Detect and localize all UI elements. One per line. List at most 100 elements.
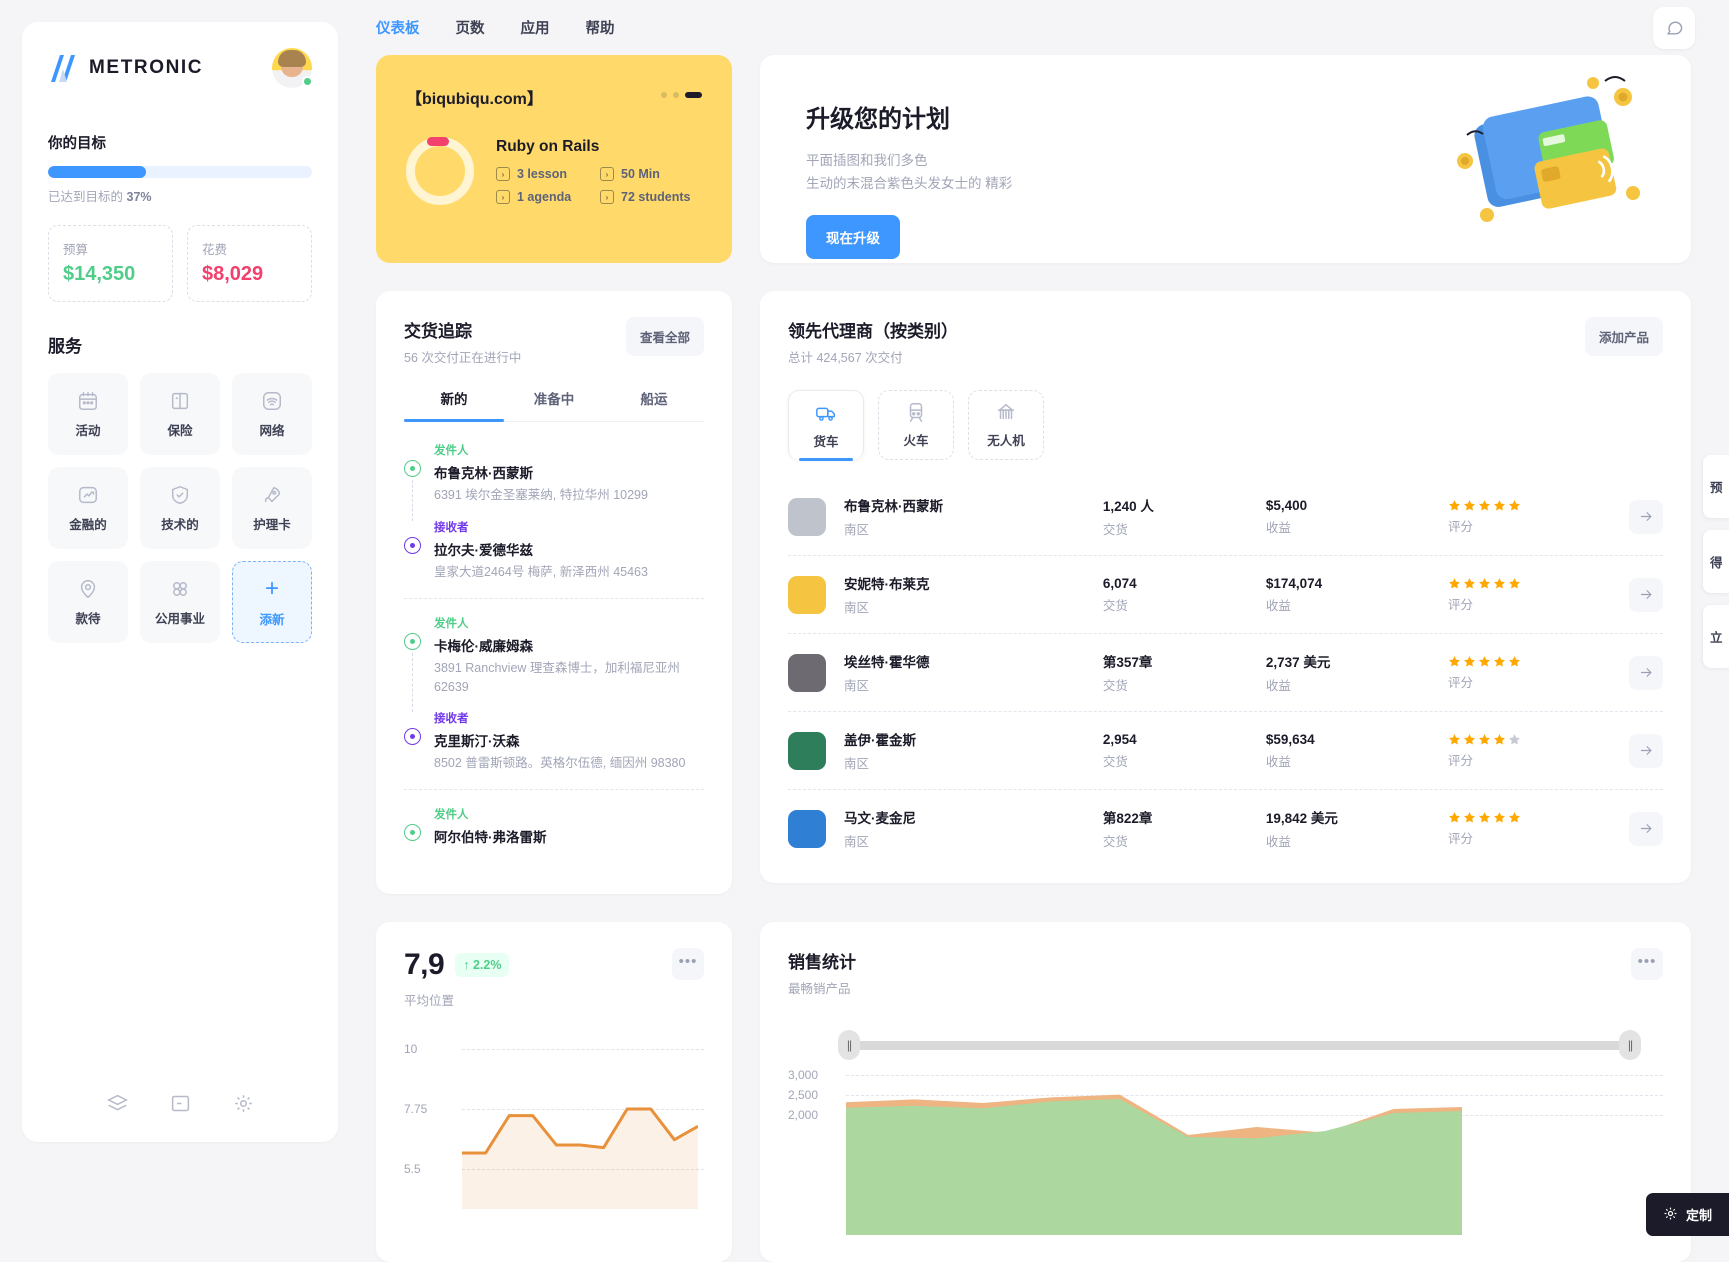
gear-icon	[1663, 1206, 1678, 1224]
slider-handle-right[interactable]: ||	[1619, 1030, 1641, 1060]
agents-card-header: 领先代理商（按类别） 总计 424,567 次交付 添加产品	[788, 317, 1663, 366]
agents-subtitle: 总计 424,567 次交付	[788, 351, 903, 366]
star-rating	[1448, 577, 1611, 590]
brand[interactable]: METRONIC	[48, 54, 203, 82]
service-tile-1[interactable]: 保险	[140, 373, 220, 455]
sender-leg: 发件人 卡梅伦·威廉姆森 3891 Ranchview 理查森博士，加利福尼亚州 6…	[404, 615, 704, 713]
arrow-right-icon	[1640, 512, 1651, 522]
service-tile-5[interactable]: 护理卡	[232, 467, 312, 549]
avatar	[788, 575, 826, 614]
row-arrow-button[interactable]	[1629, 811, 1663, 846]
position-change-badge: ↑ 2.2%	[455, 953, 510, 977]
row-arrow-button[interactable]	[1629, 577, 1663, 612]
delivery-tab-0[interactable]: 新的	[404, 388, 504, 423]
star-icon	[1508, 655, 1521, 668]
receiver-name: 拉尔夫·爱德华兹	[434, 543, 533, 558]
view-all-button[interactable]: 查看全部	[625, 317, 704, 357]
star-icon	[1478, 577, 1491, 590]
service-tile-0[interactable]: 活动	[48, 373, 128, 455]
gear-icon[interactable]	[233, 1093, 254, 1114]
revenue-value: $174,074	[1265, 575, 1323, 591]
nav-item-3[interactable]: 帮助	[586, 17, 615, 38]
stat-spent-label: 花费	[202, 243, 228, 257]
upgrade-now-button[interactable]: 现在升级	[806, 214, 900, 259]
delivery-value: 第357章	[1102, 655, 1153, 671]
chart-svg	[846, 1094, 1462, 1235]
average-position-card: 7,9 ↑ 2.2% 平均位置 ••• 5.5 7.75 10	[376, 922, 732, 1262]
chevron-right-icon: ›	[496, 167, 510, 182]
service-label: 公用事业	[154, 611, 205, 626]
star-icon	[1463, 655, 1476, 668]
star-icon	[1463, 577, 1476, 590]
star-icon	[1478, 811, 1491, 824]
plus-icon: +	[264, 574, 279, 602]
sales-title: 销售统计	[788, 953, 856, 972]
customize-button[interactable]: 定制	[1645, 1193, 1729, 1236]
receiver-label: 接收者	[434, 522, 469, 534]
series-area	[846, 1099, 1462, 1235]
nav-item-1[interactable]: 页数	[456, 17, 485, 38]
delivery-tab-2[interactable]: 船运	[604, 388, 704, 421]
rating-label: 评分	[1448, 597, 1474, 612]
promo-meta-2: › 1 agenda	[496, 190, 592, 205]
row-arrow-button[interactable]	[1629, 655, 1663, 690]
main-content: 仪表板 页数 应用 帮助 【biqubiqu.com】 Ruby on Rails ›	[338, 0, 1729, 1262]
agent-type-tabs: 货车 火车 无人机	[788, 390, 1663, 462]
topbar: 仪表板 页数 应用 帮助	[338, 0, 1729, 55]
star-icon	[1493, 811, 1506, 824]
edge-chip[interactable]: 立	[1703, 605, 1729, 668]
service-tile-7[interactable]: 公用事业	[140, 561, 220, 643]
agent-name: 布鲁克林·西蒙斯	[844, 499, 943, 515]
edge-chip[interactable]: 预	[1703, 455, 1729, 518]
row-arrow-button[interactable]	[1629, 733, 1663, 768]
star-icon	[1463, 733, 1476, 746]
star-icon	[1448, 811, 1461, 824]
service-tile-2[interactable]: 网络	[232, 373, 312, 455]
delivery-value: 1,240 人	[1102, 499, 1154, 515]
budget-stats: 预算 $14,350 花费 $8,029	[48, 225, 312, 302]
user-avatar[interactable]	[272, 48, 313, 88]
agent-identity: 埃丝特·霍华德 南区	[844, 651, 1103, 694]
goal-note-prefix: 已达到目标的	[48, 190, 124, 204]
arrow-right-icon	[1640, 824, 1651, 834]
add-product-button[interactable]: 添加产品	[1584, 317, 1663, 357]
slider-track[interactable]	[838, 1041, 1641, 1050]
star-rating	[1448, 733, 1611, 746]
dots-icon[interactable]: •••	[672, 948, 704, 980]
promo-carousel-dots[interactable]	[661, 92, 702, 99]
carousel-dot-active[interactable]	[685, 92, 702, 99]
carousel-dot[interactable]	[661, 92, 667, 99]
nav-item-2[interactable]: 应用	[521, 17, 550, 38]
layers-icon[interactable]	[106, 1093, 128, 1114]
y-axis-tick: 7.75	[404, 1102, 428, 1116]
range-slider[interactable]: || ||	[838, 1030, 1641, 1060]
agent-type-0[interactable]: 货车	[788, 390, 864, 462]
star-icon	[1508, 811, 1521, 824]
dots-icon[interactable]: •••	[1631, 948, 1663, 980]
table-row: 马文·麦金尼 南区 第822章 交货 19,842 美元 收益 评分	[788, 789, 1663, 867]
slider-handle-left[interactable]: ||	[838, 1030, 860, 1060]
service-tile-6[interactable]: 款待	[48, 561, 128, 643]
agent-delivery: 第822章 交货	[1103, 807, 1266, 850]
document-icon[interactable]	[170, 1093, 191, 1114]
sender-name: 卡梅伦·威廉姆森	[434, 638, 533, 654]
chat-icon[interactable]	[1653, 6, 1695, 49]
revenue-label: 收益	[1265, 835, 1291, 850]
promo-meta-label: 1 agenda	[517, 190, 572, 205]
rocket-icon	[261, 484, 283, 506]
avatar	[788, 809, 826, 848]
y-axis-tick: 3,000	[788, 1068, 819, 1082]
row-arrow-button[interactable]	[1629, 499, 1663, 534]
delivery-tab-1[interactable]: 准备中	[504, 388, 604, 421]
edge-chip[interactable]: 得	[1703, 530, 1729, 593]
nav-item-0[interactable]: 仪表板	[376, 17, 420, 38]
add-service-tile[interactable]: + 添新	[232, 561, 312, 643]
promo-card: 【biqubiqu.com】 Ruby on Rails › 3 lesson › 5…	[376, 55, 732, 264]
service-tile-3[interactable]: 金融的	[48, 467, 128, 549]
service-tile-4[interactable]: 技术的	[140, 467, 220, 549]
agent-type-1[interactable]: 火车	[878, 390, 954, 461]
agent-type-2[interactable]: 无人机	[968, 390, 1044, 461]
edge-chip-stack: 预 得 立	[1703, 455, 1729, 668]
star-rating	[1448, 655, 1611, 668]
carousel-dot[interactable]	[673, 92, 679, 99]
